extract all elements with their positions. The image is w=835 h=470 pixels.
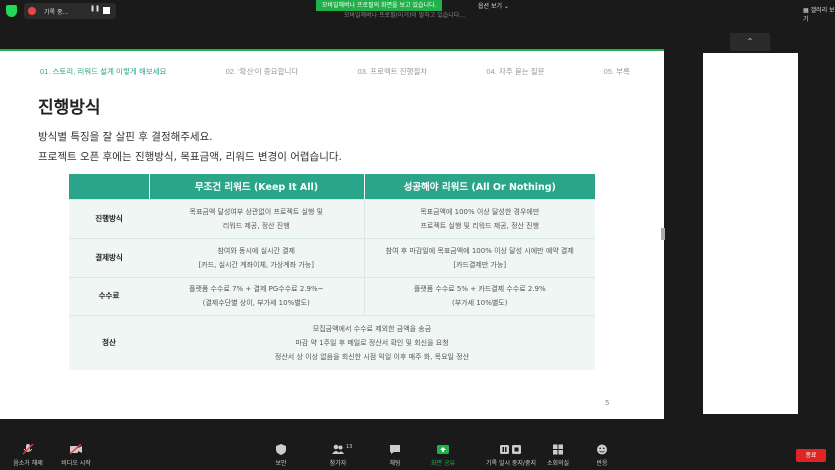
video-off-icon <box>69 444 82 455</box>
cell-line: [카드결제만 가능] <box>453 260 507 269</box>
row-label: 정산 <box>69 314 149 370</box>
table-row: 진행방식 목표금액 달성여부 상관없이 프로젝트 실행 및 리워드 제공, 정산… <box>69 198 595 238</box>
cell-line: 목표금액에 100% 이상 달성한 경우에만 <box>420 207 540 216</box>
slide-description: 방식별 특징을 잘 살핀 후 결정해주세요. 프로젝트 오픈 후에는 진행방식,… <box>38 127 342 167</box>
table-cell: 플랫폼 수수료 7% + 결제 PG수수료 2.9%~ (결제수단별 상이, 부… <box>149 276 364 315</box>
end-meeting-button[interactable]: 종료 <box>796 449 826 462</box>
nav-item-spread: 02. '확산'이 중요합니다 <box>225 67 299 76</box>
nav-item-appendix: 05. 부록 <box>603 67 630 76</box>
table-cell: 목표금액 달성여부 상관없이 프로젝트 실행 및 리워드 제공, 정산 진행 <box>149 198 364 238</box>
table-cell-merged: 모집금액에서 수수료 제외한 금액을 송금 마감 약 1주일 후 메일로 정산서… <box>149 314 595 370</box>
breakout-rooms-icon <box>553 444 563 455</box>
view-options-button[interactable]: 옵션 보기 ⌄ <box>478 1 509 10</box>
security-label: 보안 <box>275 460 287 467</box>
participants-button[interactable]: 13 참가자 <box>310 444 366 467</box>
slide-title: 진행방식 <box>38 98 101 118</box>
desc-line: 프로젝트 오픈 후에는 진행방식, 목표금액, 리워드 변경이 어렵습니다. <box>38 151 342 163</box>
gallery-view-button[interactable]: ▦ 갤러리 보기 <box>803 5 835 23</box>
cell-line: 프로젝트 실행 및 리워드 제공, 정산 진행 <box>420 221 540 230</box>
table-cell: 참여와 동시에 실시간 결제 [카드, 실시간 계좌이체, 가상계좌 가능] <box>149 237 364 277</box>
desc-line: 방식별 특징을 잘 살핀 후 결정해주세요. <box>38 131 213 143</box>
nav-item-story: 01. 스토리, 리워드 설계 이렇게 해보세요 <box>40 67 167 76</box>
meeting-toolbar: 음소거 해제 비디오 시작 보안 13 참가자 채팅 화면 공유 기록 일시 중… <box>0 440 835 470</box>
pause-stop-icon <box>500 445 521 454</box>
cell-line: 리워드 제공, 정산 진행 <box>222 221 290 230</box>
video-label: 비디오 시작 <box>61 460 91 467</box>
participants-icon <box>332 444 344 454</box>
table-header-keep-it-all: 무조건 리워드 (Keep It All) <box>148 174 364 199</box>
split-drag-handle[interactable] <box>661 228 665 240</box>
share-screen-icon <box>437 445 449 454</box>
cell-line: 모집금액에서 수수료 제외한 금액을 송금 <box>312 324 432 333</box>
speaker-subtitle: 모바일해버나 프로필(이거)이 말하고 있습니다... <box>344 12 466 19</box>
cell-line: 플랫폼 수수료 7% + 결제 PG수수료 2.9%~ <box>189 285 324 293</box>
mic-muted-icon <box>22 444 34 455</box>
table-header-empty <box>69 174 149 199</box>
top-bar: 기록 중... ❚❚ 모바일해버나 프로필의 화면을 보고 있습니다. 옵션 보… <box>0 0 835 23</box>
participants-label: 참가자 <box>329 460 347 467</box>
table-cell: 목표금액에 100% 이상 달성한 경우에만 프로젝트 실행 및 리워드 제공,… <box>363 198 595 238</box>
nav-item-faq: 04. 자주 묻는 질문 <box>486 67 545 76</box>
row-label: 진행방식 <box>69 198 149 238</box>
cell-line: 정산서 상 이상 없음을 회신한 시점 익일 이후 매주 화, 목요일 정산 <box>274 352 470 361</box>
table-header-row: 무조건 리워드 (Keep It All) 성공해야 리워드 (All Or N… <box>69 174 595 199</box>
video-thumbnail-panel <box>703 53 798 414</box>
reactions-label: 반응 <box>596 460 608 467</box>
nav-item-procedure: 03. 프로젝트 진행절차 <box>357 67 428 76</box>
shared-slide: 01. 스토리, 리워드 설계 이렇게 해보세요 02. '확산'이 중요합니다… <box>0 51 664 419</box>
smiley-icon <box>597 444 607 455</box>
row-label: 수수료 <box>69 276 149 315</box>
row-label: 결제방식 <box>69 237 149 277</box>
reactions-button[interactable]: 반응 <box>574 444 630 467</box>
shield-icon <box>276 444 286 455</box>
comparison-table: 무조건 리워드 (Keep It All) 성공해야 리워드 (All Or N… <box>69 174 595 370</box>
participants-count: 13 <box>346 444 353 450</box>
security-button[interactable]: 보안 <box>253 444 309 467</box>
recording-label: 기록 중... <box>44 8 69 16</box>
stop-recording-icon[interactable] <box>103 7 110 14</box>
page-number: 5 <box>605 399 610 407</box>
table-cell: 참여 후 마감일에 목표금액에 100% 이상 달성 시에만 예약 결제 [카드… <box>363 237 595 277</box>
cell-line: 마감 약 1주일 후 메일로 정산서 확인 및 회신을 요청 <box>295 338 449 347</box>
table-cell: 플랫폼 수수료 5% + 카드결제 수수료 2.9% (부가세 10%별도) <box>363 276 595 315</box>
video-button[interactable]: 비디오 시작 <box>48 444 104 467</box>
cell-line: 플랫폼 수수료 5% + 카드결제 수수료 2.9% <box>413 285 546 293</box>
cell-line: 참여와 동시에 실시간 결제 <box>217 246 295 255</box>
table-row: 정산 모집금액에서 수수료 제외한 금액을 송금 마감 약 1주일 후 메일로 … <box>69 314 595 370</box>
cell-line: 참여 후 마감일에 목표금액에 100% 이상 달성 시에만 예약 결제 <box>385 246 574 255</box>
table-row: 결제방식 참여와 동시에 실시간 결제 [카드, 실시간 계좌이체, 가상계좌 … <box>69 237 595 277</box>
slide-nav: 01. 스토리, 리워드 설계 이렇게 해보세요 02. '확산'이 중요합니다… <box>40 66 630 77</box>
share-screen-label: 화면 공유 <box>431 460 455 467</box>
cell-line: (결제수단별 상이, 부가세 10%별도) <box>202 299 310 307</box>
cell-line: [카드, 실시간 계좌이체, 가상계좌 가능] <box>198 260 314 269</box>
pause-recording-icon[interactable]: ❚❚ <box>90 5 100 12</box>
cell-line: 목표금액 달성여부 상관없이 프로젝트 실행 및 <box>189 207 324 216</box>
table-header-all-or-nothing: 성공해야 리워드 (All Or Nothing) <box>363 174 595 199</box>
zoom-window: 기록 중... ❚❚ 모바일해버나 프로필의 화면을 보고 있습니다. 옵션 보… <box>0 0 835 470</box>
recording-dot-icon <box>28 7 36 15</box>
view-options-label: 옵션 보기 <box>478 3 502 10</box>
collapse-arrow-icon[interactable]: ⌃ <box>730 33 770 51</box>
cell-line: (부가세 10%별도) <box>452 299 508 307</box>
share-screen-button[interactable]: 화면 공유 <box>415 444 471 467</box>
gallery-view-label: 갤러리 보기 <box>803 7 835 23</box>
security-shield-icon[interactable] <box>6 5 17 17</box>
chat-icon <box>390 445 400 454</box>
table-row: 수수료 플랫폼 수수료 7% + 결제 PG수수료 2.9%~ (결제수단별 상… <box>69 276 595 315</box>
